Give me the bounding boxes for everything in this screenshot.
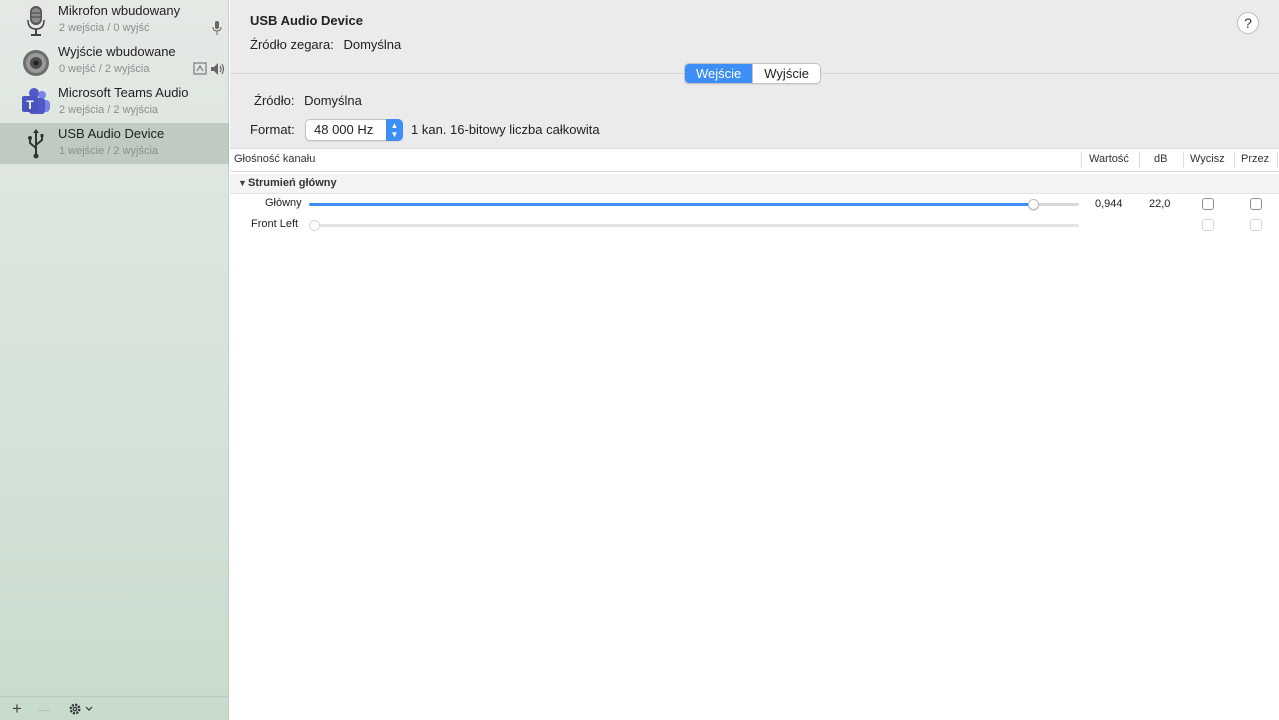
format-description: 1 kan. 16-bitowy liczba całkowita xyxy=(411,122,600,137)
svg-text:T: T xyxy=(26,98,34,112)
help-button[interactable]: ? xyxy=(1237,12,1259,34)
clock-source-label: Źródło zegara: xyxy=(250,37,334,52)
io-tabs: Wejście Wyjście xyxy=(684,63,821,84)
column-divider xyxy=(1277,152,1278,168)
add-device-button[interactable]: + xyxy=(8,699,26,718)
settings-menu-button[interactable] xyxy=(66,700,96,718)
device-name: Microsoft Teams Audio xyxy=(58,85,189,100)
display-output-icon xyxy=(193,62,207,75)
disclosure-triangle-icon[interactable]: ▼ xyxy=(238,178,247,188)
updown-chevron-icon: ▲ ▼ xyxy=(386,119,403,141)
source-label: Źródło: xyxy=(254,93,295,108)
clock-source: Źródło zegara: Domyślna xyxy=(250,37,401,52)
column-divider xyxy=(1081,152,1082,168)
table-header: Głośność kanału Wartość dB Wycisz Przez xyxy=(230,148,1279,172)
db-cell: 22,0 xyxy=(1149,198,1171,210)
input-indicator-icon xyxy=(212,21,222,35)
channel-label: Front Left xyxy=(251,218,299,230)
device-item-wyjscie[interactable]: Wyjście wbudowane 0 wejść / 2 wyjścia xyxy=(0,41,229,82)
device-io: 1 wejście / 2 wyjścia xyxy=(59,145,159,157)
volume-slider-knob xyxy=(309,220,320,231)
device-sidebar: Mikrofon wbudowany 2 wejścia / 0 wyjść W… xyxy=(0,0,229,720)
thru-checkbox[interactable] xyxy=(1250,198,1262,210)
device-item-teams[interactable]: T Microsoft Teams Audio 2 wejścia / 2 wy… xyxy=(0,82,229,123)
col-channel-volume[interactable]: Głośność kanału xyxy=(234,153,315,165)
tab-input[interactable]: Wejście xyxy=(685,64,753,83)
device-name: USB Audio Device xyxy=(58,126,165,141)
format-select-value: 48 000 Hz xyxy=(314,122,374,137)
mute-checkbox xyxy=(1202,219,1214,231)
device-item-mikrofon[interactable]: Mikrofon wbudowany 2 wejścia / 0 wyjść xyxy=(0,0,229,41)
column-divider xyxy=(1234,152,1235,168)
col-db[interactable]: dB xyxy=(1154,153,1167,165)
volume-slider xyxy=(309,220,1079,231)
volume-indicator-icon xyxy=(211,63,225,75)
stream-group[interactable]: ▼ Strumień główny xyxy=(230,174,1279,194)
sidebar-footer: + — xyxy=(0,696,229,720)
device-detail-panel: USB Audio Device Źródło zegara: Domyślna… xyxy=(230,0,1279,720)
microphone-icon xyxy=(27,6,45,36)
device-header-panel: USB Audio Device Źródło zegara: Domyślna… xyxy=(230,0,1279,148)
device-item-usb[interactable]: USB Audio Device 1 wejście / 2 wyjścia xyxy=(0,123,229,164)
column-divider xyxy=(1183,152,1184,168)
table-row: Front Left xyxy=(230,215,1279,236)
volume-slider[interactable] xyxy=(309,199,1079,210)
value-cell: 0,944 xyxy=(1095,198,1123,210)
remove-device-button[interactable]: — xyxy=(35,700,53,718)
stream-group-label: Strumień główny xyxy=(248,177,337,189)
table-row: Główny 0,944 22,0 xyxy=(230,194,1279,215)
thru-checkbox xyxy=(1250,219,1262,231)
speaker-icon xyxy=(23,50,49,76)
device-name: Mikrofon wbudowany xyxy=(58,3,181,18)
source-row: Źródło: Domyślna xyxy=(254,93,362,108)
usb-icon xyxy=(28,129,44,159)
gear-icon xyxy=(69,703,93,715)
device-title: USB Audio Device xyxy=(250,13,363,28)
clock-source-value: Domyślna xyxy=(343,37,402,52)
format-label: Format: xyxy=(250,122,295,137)
volume-slider-knob[interactable] xyxy=(1028,199,1039,210)
column-divider xyxy=(1139,152,1140,168)
channel-label: Główny xyxy=(265,197,302,209)
tab-output[interactable]: Wyjście xyxy=(752,64,820,83)
volume-slider-fill xyxy=(309,203,1033,206)
mute-checkbox[interactable] xyxy=(1202,198,1214,210)
col-value[interactable]: Wartość xyxy=(1089,153,1129,165)
device-io: 2 wejścia / 0 wyjść xyxy=(59,22,150,34)
source-value: Domyślna xyxy=(304,93,362,108)
col-mute[interactable]: Wycisz xyxy=(1190,153,1225,165)
device-io: 2 wejścia / 2 wyjścia xyxy=(59,104,159,116)
teams-icon: T xyxy=(22,88,50,114)
format-select[interactable]: 48 000 Hz ▲ ▼ xyxy=(305,119,403,141)
col-thru[interactable]: Przez xyxy=(1241,153,1269,165)
device-io: 0 wejść / 2 wyjścia xyxy=(59,63,150,75)
device-name: Wyjście wbudowane xyxy=(58,44,176,59)
